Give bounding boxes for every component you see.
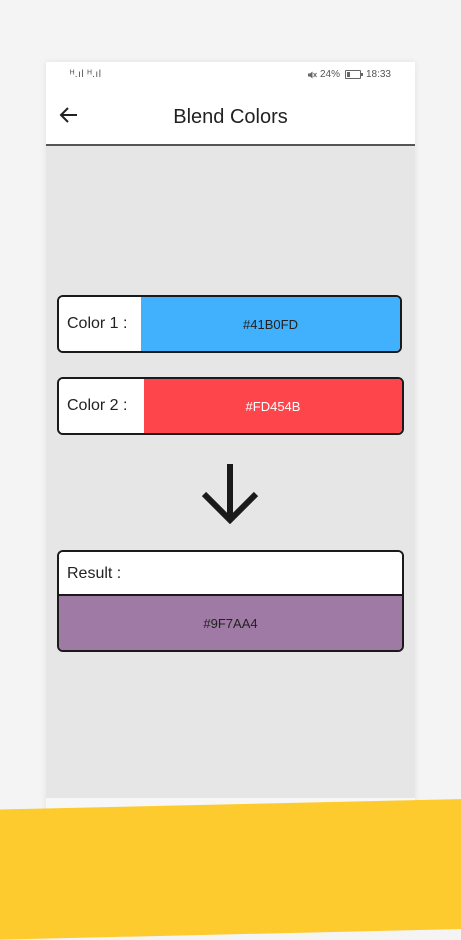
battery-percent: 24%: [319, 69, 340, 80]
color-1-swatch[interactable]: #41B0FD: [141, 297, 400, 351]
phone-screen: ᴴ.ıl ᴴ.ıl 24% 18:33 Blend Colors Color 1…: [46, 62, 415, 842]
color-2-label: Color 2 :: [59, 379, 146, 433]
result-swatch[interactable]: #9F7AA4: [59, 596, 402, 650]
mute-icon: [307, 71, 317, 78]
battery-icon: [344, 70, 363, 79]
decorative-band: [0, 798, 461, 940]
app-bar: Blend Colors: [46, 88, 415, 146]
signal-indicator: ᴴ.ıl ᴴ.ıl: [70, 69, 102, 80]
color-2-swatch[interactable]: #FD454B: [144, 379, 402, 433]
status-bar: ᴴ.ıl ᴴ.ıl 24% 18:33: [46, 62, 415, 88]
result-hex: #9F7AA4: [203, 615, 258, 631]
result-box: Result : #9F7AA4: [57, 550, 404, 652]
result-label: Result :: [59, 552, 402, 596]
color-2-hex: #FD454B: [245, 398, 301, 414]
color-1-hex: #41B0FD: [243, 316, 298, 332]
clock: 18:33: [365, 69, 391, 80]
color-1-row[interactable]: Color 1 : #41B0FD: [57, 295, 402, 353]
status-right: 24% 18:33: [307, 69, 391, 80]
color-2-row[interactable]: Color 2 : #FD454B: [57, 377, 404, 435]
arrow-down-icon: [201, 464, 259, 524]
page-title: Blend Colors: [173, 106, 288, 128]
color-1-label: Color 1 :: [59, 297, 143, 351]
